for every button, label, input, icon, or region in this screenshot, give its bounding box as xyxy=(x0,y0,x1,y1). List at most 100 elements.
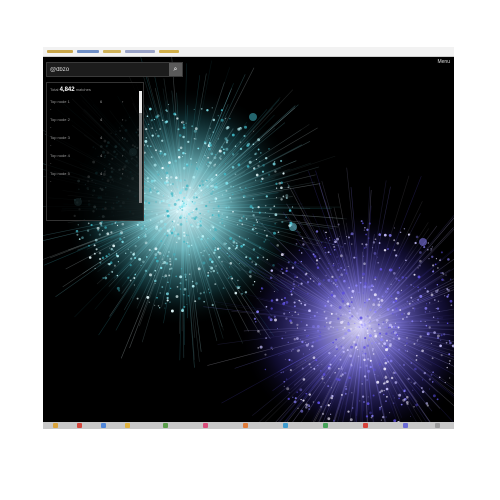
graph-node[interactable] xyxy=(406,316,408,318)
graph-node[interactable] xyxy=(305,393,307,395)
graph-node[interactable] xyxy=(434,263,437,266)
graph-node[interactable] xyxy=(340,374,343,378)
graph-node[interactable] xyxy=(344,332,348,336)
graph-node[interactable] xyxy=(214,248,217,252)
graph-node[interactable] xyxy=(176,210,179,214)
graph-node[interactable] xyxy=(332,243,334,245)
graph-node[interactable] xyxy=(167,199,169,201)
graph-node[interactable] xyxy=(206,184,209,187)
graph-node[interactable] xyxy=(431,255,434,258)
graph-node[interactable] xyxy=(406,285,408,287)
graph-node[interactable] xyxy=(182,156,184,158)
graph-node[interactable] xyxy=(134,273,137,276)
graph-node[interactable] xyxy=(270,269,274,272)
graph-node[interactable] xyxy=(287,341,289,343)
graph-node[interactable] xyxy=(199,220,203,224)
graph-node[interactable] xyxy=(197,297,201,300)
graph-node[interactable] xyxy=(261,177,264,181)
graph-node[interactable] xyxy=(241,223,244,226)
graph-node[interactable] xyxy=(257,138,261,142)
graph-node[interactable] xyxy=(385,348,388,352)
graph-node[interactable] xyxy=(162,199,165,203)
graph-node[interactable] xyxy=(280,371,282,374)
graph-node[interactable] xyxy=(326,300,330,303)
graph-node[interactable] xyxy=(294,305,296,308)
graph-node[interactable] xyxy=(153,187,156,189)
graph-node[interactable] xyxy=(388,344,392,348)
graph-node[interactable] xyxy=(260,180,263,183)
graph-node[interactable] xyxy=(296,327,299,329)
graph-node[interactable] xyxy=(171,183,174,186)
graph-node[interactable] xyxy=(169,206,173,210)
graph-node[interactable] xyxy=(301,340,304,344)
graph-node[interactable] xyxy=(438,376,441,379)
graph-node[interactable] xyxy=(349,418,353,422)
graph-node[interactable] xyxy=(410,381,412,383)
graph-node[interactable] xyxy=(170,231,174,235)
graph-node[interactable] xyxy=(182,186,185,189)
graph-node[interactable] xyxy=(191,284,195,288)
graph-node[interactable] xyxy=(402,318,404,320)
bookmark-item[interactable] xyxy=(159,50,179,53)
graph-node[interactable] xyxy=(183,294,185,296)
graph-node[interactable] xyxy=(371,347,375,350)
graph-node[interactable] xyxy=(211,184,214,188)
graph-node[interactable] xyxy=(236,223,239,226)
graph-node[interactable] xyxy=(366,327,369,329)
graph-node[interactable] xyxy=(308,363,311,366)
taskbar-app-icon[interactable] xyxy=(323,423,328,428)
graph-node[interactable] xyxy=(87,222,90,225)
graph-node[interactable] xyxy=(188,204,191,207)
graph-node[interactable] xyxy=(178,176,179,178)
graph-node[interactable] xyxy=(163,232,166,235)
graph-node[interactable] xyxy=(177,237,181,240)
graph-node[interactable] xyxy=(364,282,367,285)
graph-node[interactable] xyxy=(163,208,165,210)
bookmark-item[interactable] xyxy=(47,50,73,53)
graph-node[interactable] xyxy=(231,277,234,280)
graph-node[interactable] xyxy=(285,216,287,219)
taskbar-app-icon[interactable] xyxy=(283,423,288,428)
graph-node[interactable] xyxy=(204,155,206,157)
graph-node[interactable] xyxy=(142,225,144,228)
graph-node[interactable] xyxy=(321,375,324,378)
graph-node[interactable] xyxy=(159,307,161,309)
graph-node[interactable] xyxy=(362,272,365,276)
graph-node[interactable] xyxy=(447,258,450,261)
graph-node[interactable] xyxy=(159,128,161,130)
graph-node[interactable] xyxy=(179,146,183,150)
graph-node[interactable] xyxy=(342,328,345,331)
graph-node[interactable] xyxy=(368,324,371,327)
graph-node[interactable] xyxy=(294,311,297,313)
graph-node[interactable] xyxy=(248,160,252,164)
graph-node[interactable] xyxy=(184,152,187,155)
graph-node[interactable] xyxy=(349,330,352,332)
graph-node[interactable] xyxy=(219,247,222,249)
graph-node[interactable] xyxy=(96,226,100,230)
graph-node[interactable] xyxy=(413,285,415,287)
graph-node[interactable] xyxy=(161,151,163,153)
graph-node[interactable] xyxy=(147,201,151,205)
graph-node[interactable] xyxy=(167,251,170,253)
graph-node[interactable] xyxy=(402,398,406,402)
graph-node[interactable] xyxy=(393,249,396,252)
graph-node[interactable] xyxy=(276,328,278,330)
graph-node[interactable] xyxy=(430,293,434,297)
graph-node[interactable] xyxy=(238,219,241,222)
graph-node[interactable] xyxy=(366,344,369,347)
graph-node[interactable] xyxy=(414,241,417,245)
graph-node[interactable] xyxy=(209,216,212,219)
graph-node[interactable] xyxy=(167,281,169,283)
graph-node[interactable] xyxy=(225,181,229,185)
graph-node[interactable] xyxy=(214,163,216,165)
graph-node[interactable] xyxy=(166,174,170,178)
graph-node[interactable] xyxy=(154,256,157,259)
graph-node[interactable] xyxy=(149,191,152,194)
graph-node[interactable] xyxy=(447,288,450,292)
graph-node[interactable] xyxy=(214,184,216,186)
graph-node[interactable] xyxy=(317,329,320,332)
graph-node[interactable] xyxy=(229,118,231,120)
graph-node[interactable] xyxy=(332,327,334,329)
graph-node[interactable] xyxy=(378,342,381,345)
graph-node[interactable] xyxy=(240,188,243,191)
